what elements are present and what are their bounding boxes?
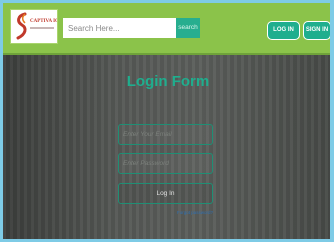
email-field[interactable] <box>118 124 213 145</box>
top-navbar: CAPTIVA IOWA search LOG IN SIGN IN <box>3 3 330 55</box>
logo-wordmark: CAPTIVA IOWA <box>30 19 57 24</box>
forgot-password-link[interactable]: Forgot password? <box>163 210 213 215</box>
search-input[interactable] <box>63 18 176 38</box>
page-title: Login Form <box>126 73 210 90</box>
submit-login-button[interactable]: Log In <box>118 183 213 204</box>
brand-logo[interactable]: CAPTIVA IOWA <box>10 9 58 44</box>
logo-tagline <box>30 27 54 29</box>
sign-in-button[interactable]: SIGN IN <box>303 21 330 40</box>
password-field[interactable] <box>118 153 213 174</box>
browser-window: CAPTIVA IOWA search LOG IN SIGN IN Login… <box>3 3 330 239</box>
login-button[interactable]: LOG IN <box>267 21 300 40</box>
search-button[interactable]: search <box>176 18 200 38</box>
logo-swoosh-icon <box>16 12 27 40</box>
